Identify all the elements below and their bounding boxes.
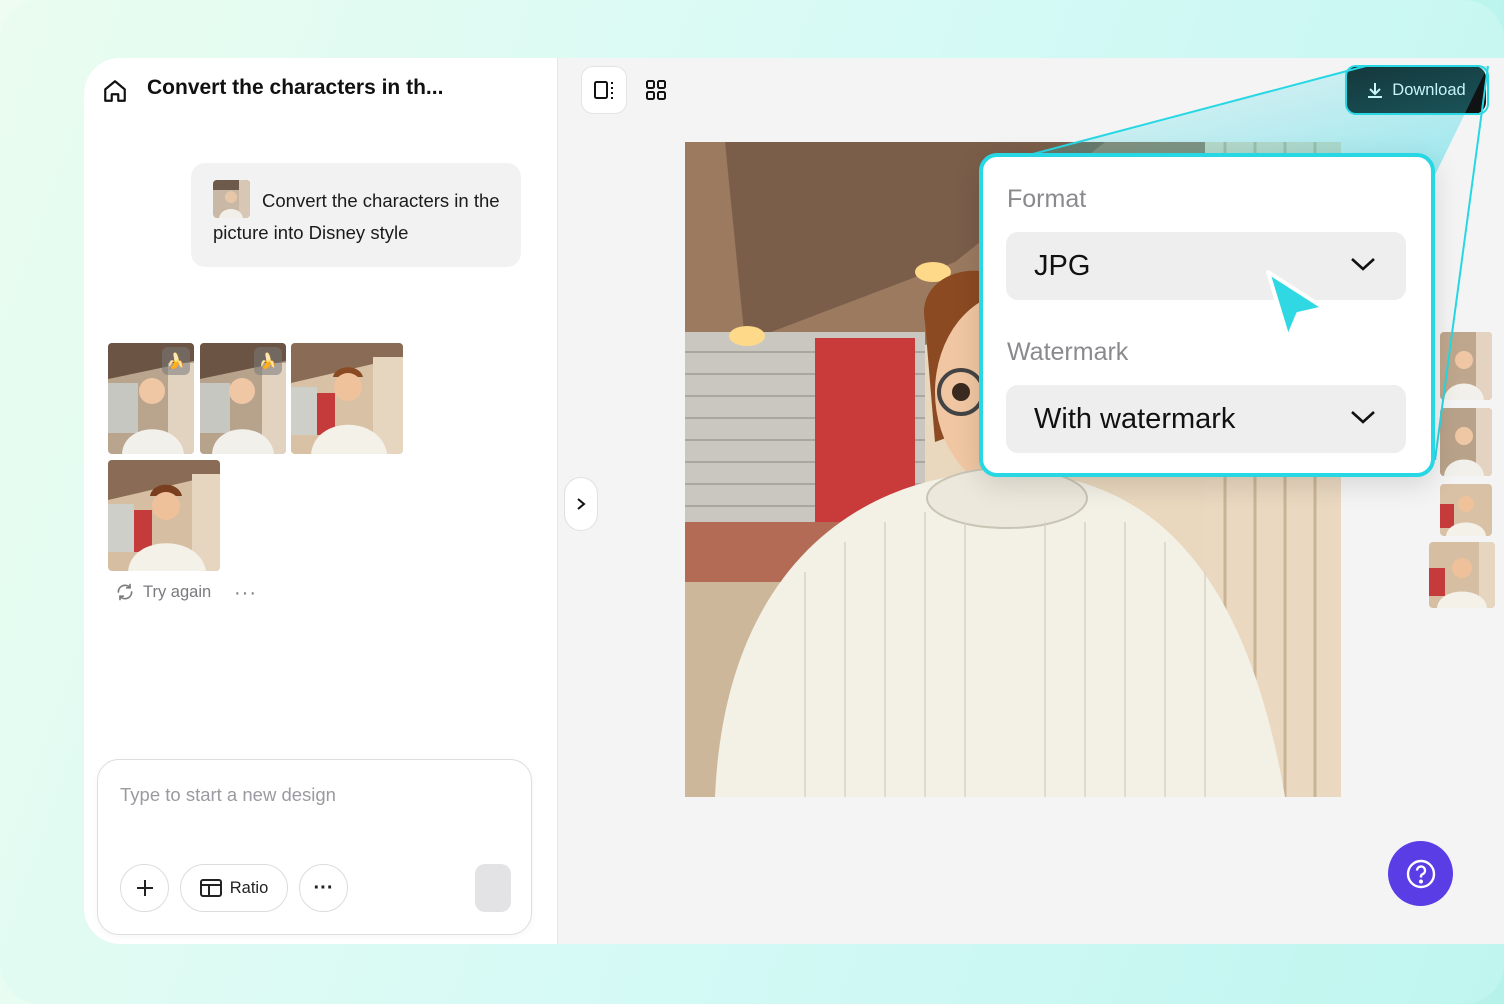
view-toggle [581, 66, 679, 114]
watermark-value: With watermark [1034, 402, 1236, 435]
more-options-button[interactable]: ··· [234, 582, 257, 605]
cursor-pointer-icon [1266, 270, 1326, 340]
watermark-select[interactable]: With watermark [1006, 385, 1406, 453]
grid-view-button[interactable] [633, 66, 679, 114]
panel-view-icon [594, 81, 613, 99]
ratio-label: Ratio [229, 878, 269, 897]
try-again-label: Try again [143, 582, 212, 601]
download-label: Download [1392, 80, 1466, 99]
try-again-button[interactable]: Try again [115, 582, 211, 602]
history-thumbnail[interactable] [1440, 332, 1492, 400]
help-button[interactable] [1388, 841, 1453, 906]
add-button[interactable] [120, 864, 169, 912]
prompt-composer: Ratio ··· [97, 759, 532, 935]
chevron-down-icon [1351, 258, 1375, 271]
history-thumbnail[interactable] [1440, 484, 1492, 536]
chevron-down-icon [1351, 411, 1375, 424]
banana-icon: 🍌 [254, 347, 282, 375]
watermark-label: Watermark [1007, 338, 1129, 366]
plus-icon [136, 880, 153, 896]
chat-panel: Convert the characters in th... Convert … [84, 58, 558, 944]
grid-view-icon [646, 80, 666, 100]
result-thumbnail[interactable] [291, 343, 403, 454]
send-button[interactable] [475, 864, 511, 912]
format-select[interactable]: JPG [1006, 232, 1406, 300]
ratio-icon [199, 879, 222, 897]
banana-icon: 🍌 [162, 347, 190, 375]
history-thumbnail-selected[interactable] [1429, 542, 1495, 608]
download-icon [1368, 83, 1383, 98]
history-thumbnail[interactable] [1440, 408, 1492, 476]
more-options-button[interactable]: ··· [299, 864, 348, 912]
result-thumbnail[interactable]: 🍌 [200, 343, 286, 454]
download-settings-popup: Format JPG Watermark With watermark [979, 153, 1435, 477]
help-icon [1406, 859, 1435, 888]
chevron-right-icon [577, 498, 586, 510]
format-label: Format [1007, 185, 1087, 213]
format-value: JPG [1034, 249, 1091, 282]
download-button[interactable]: Download [1346, 66, 1486, 114]
refresh-icon [117, 583, 133, 601]
collapse-panel-button[interactable] [564, 477, 598, 531]
single-view-button[interactable] [581, 66, 627, 114]
user-message-bubble: Convert the characters in the picture in… [191, 163, 521, 267]
page-title: Convert the characters in th... [147, 76, 444, 99]
result-thumbnail[interactable] [108, 460, 220, 571]
result-thumbnail[interactable]: 🍌 [108, 343, 194, 454]
more-icon: ··· [313, 876, 334, 899]
user-message-text: Convert the characters in the picture in… [213, 190, 500, 243]
ratio-button[interactable]: Ratio [180, 864, 288, 912]
prompt-input[interactable] [120, 784, 500, 806]
home-icon[interactable] [102, 78, 128, 104]
